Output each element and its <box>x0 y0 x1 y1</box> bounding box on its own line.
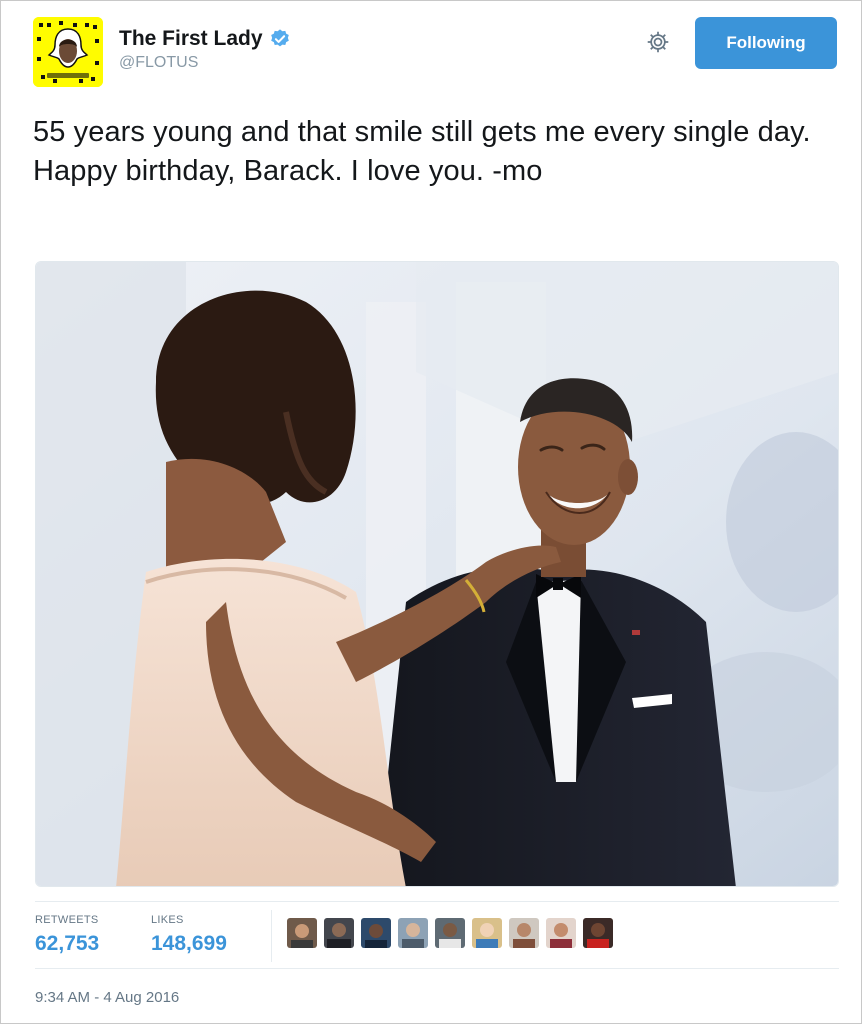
liker-avatar[interactable] <box>398 918 428 948</box>
verified-badge-icon <box>269 28 291 50</box>
name-row: The First Lady <box>119 27 291 51</box>
avatar[interactable] <box>33 17 103 87</box>
tweet-header: The First Lady @FLOTUS Following <box>33 17 837 87</box>
gear-icon[interactable] <box>645 29 671 55</box>
retweets-count: 62,753 <box>35 932 100 955</box>
stats-divider <box>271 910 272 962</box>
tweet-photo[interactable] <box>35 261 839 887</box>
liker-avatar[interactable] <box>546 918 576 948</box>
likes-label: LIKES <box>151 914 184 926</box>
liker-avatar[interactable] <box>435 918 465 948</box>
retweets-label: RETWEETS <box>35 914 99 926</box>
engagement-stats: RETWEETS 62,753 LIKES 148,699 <box>35 901 839 969</box>
retweets-stat[interactable]: RETWEETS 62,753 <box>35 914 99 956</box>
liker-avatar[interactable] <box>472 918 502 948</box>
following-button[interactable]: Following <box>695 17 837 69</box>
likes-count: 148,699 <box>151 932 227 955</box>
display-name[interactable]: The First Lady <box>119 27 263 51</box>
likers-avatars <box>287 918 613 948</box>
liker-avatar[interactable] <box>583 918 613 948</box>
liker-avatar[interactable] <box>509 918 539 948</box>
tweet-card: The First Lady @FLOTUS Following 55 year… <box>0 0 862 1024</box>
tweet-timestamp[interactable]: 9:34 AM - 4 Aug 2016 <box>35 989 179 1006</box>
liker-avatar[interactable] <box>361 918 391 948</box>
liker-avatar[interactable] <box>287 918 317 948</box>
liker-avatar[interactable] <box>324 918 354 948</box>
likes-stat[interactable]: LIKES 148,699 <box>151 914 227 956</box>
tweet-text: 55 years young and that smile still gets… <box>33 116 811 187</box>
user-info: The First Lady @FLOTUS <box>119 27 291 72</box>
user-handle[interactable]: @FLOTUS <box>119 54 291 72</box>
